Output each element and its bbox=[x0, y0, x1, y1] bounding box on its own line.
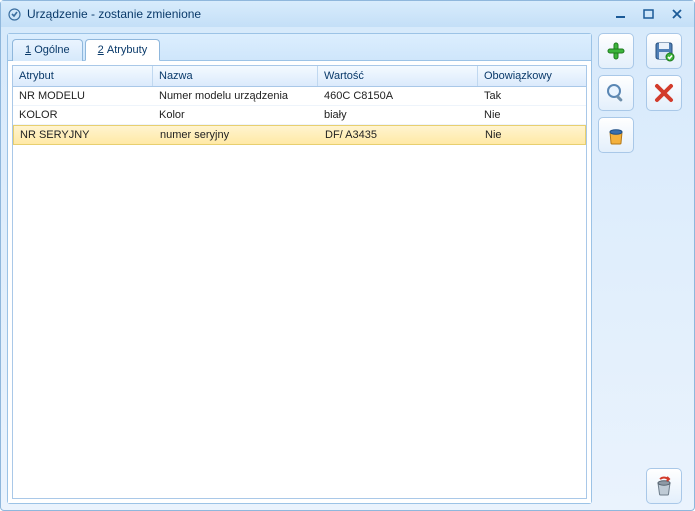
add-button[interactable] bbox=[598, 33, 634, 69]
client-area: 1 Ogólne 2 Atrybuty Atrybut Nazwa Wartoś… bbox=[1, 27, 694, 510]
magnifier-icon bbox=[605, 82, 627, 104]
cell-attribute: NR SERYJNY bbox=[14, 126, 154, 144]
cell-required: Nie bbox=[478, 106, 578, 124]
tab-label: Atrybuty bbox=[107, 44, 147, 56]
x-icon bbox=[653, 82, 675, 104]
cell-name: numer seryjny bbox=[154, 126, 319, 144]
exit-button[interactable] bbox=[646, 468, 682, 504]
cell-required: Tak bbox=[478, 87, 578, 105]
window-buttons bbox=[610, 6, 688, 22]
tab-hotkey: 2 bbox=[98, 44, 104, 56]
col-attribute[interactable]: Atrybut bbox=[13, 66, 153, 86]
main-panel: 1 Ogólne 2 Atrybuty Atrybut Nazwa Wartoś… bbox=[7, 33, 592, 504]
cell-required: Nie bbox=[479, 126, 579, 144]
bin-icon bbox=[605, 124, 627, 146]
cell-name: Kolor bbox=[153, 106, 318, 124]
col-value[interactable]: Wartość bbox=[318, 66, 478, 86]
bin-button[interactable] bbox=[598, 117, 634, 153]
tabstrip: 1 Ogólne 2 Atrybuty bbox=[8, 34, 591, 61]
tab-attributes[interactable]: 2 Atrybuty bbox=[85, 39, 161, 61]
table-row[interactable]: KOLOR Kolor biały Nie bbox=[13, 106, 586, 125]
window-title: Urządzenie - zostanie zmienione bbox=[27, 7, 610, 21]
plus-icon bbox=[605, 40, 627, 62]
recycle-bin-icon bbox=[653, 475, 675, 497]
cell-name: Numer modelu urządzenia bbox=[153, 87, 318, 105]
tab-content: Atrybut Nazwa Wartość Obowiązkowy NR MOD… bbox=[8, 61, 591, 503]
find-button[interactable] bbox=[598, 75, 634, 111]
grid-header: Atrybut Nazwa Wartość Obowiązkowy bbox=[13, 66, 586, 87]
attributes-grid[interactable]: Atrybut Nazwa Wartość Obowiązkowy NR MOD… bbox=[12, 65, 587, 499]
cell-value: 460C C8150A bbox=[318, 87, 478, 105]
col-name[interactable]: Nazwa bbox=[153, 66, 318, 86]
maximize-button[interactable] bbox=[638, 6, 660, 22]
close-window-button[interactable] bbox=[666, 6, 688, 22]
window: Urządzenie - zostanie zmienione 1 Ogólne… bbox=[0, 0, 695, 511]
table-row[interactable]: NR MODELU Numer modelu urządzenia 460C C… bbox=[13, 87, 586, 106]
titlebar: Urządzenie - zostanie zmienione bbox=[1, 1, 694, 27]
spacer bbox=[646, 117, 688, 462]
minimize-button[interactable] bbox=[610, 6, 632, 22]
grid-body: NR MODELU Numer modelu urządzenia 460C C… bbox=[13, 87, 586, 498]
tab-label: Ogólne bbox=[34, 44, 69, 56]
diskette-icon bbox=[653, 40, 675, 62]
toolbar-outer bbox=[646, 33, 688, 504]
cell-attribute: KOLOR bbox=[13, 106, 153, 124]
cancel-button[interactable] bbox=[646, 75, 682, 111]
app-icon bbox=[7, 7, 21, 21]
save-button[interactable] bbox=[646, 33, 682, 69]
cell-value: DF/ A3435 bbox=[319, 126, 479, 144]
tab-general[interactable]: 1 Ogólne bbox=[12, 39, 83, 61]
cell-attribute: NR MODELU bbox=[13, 87, 153, 105]
cell-value: biały bbox=[318, 106, 478, 124]
col-required[interactable]: Obowiązkowy bbox=[478, 66, 578, 86]
toolbar-inner bbox=[598, 33, 640, 504]
table-row[interactable]: NR SERYJNY numer seryjny DF/ A3435 Nie bbox=[13, 125, 586, 145]
tab-hotkey: 1 bbox=[25, 44, 31, 56]
